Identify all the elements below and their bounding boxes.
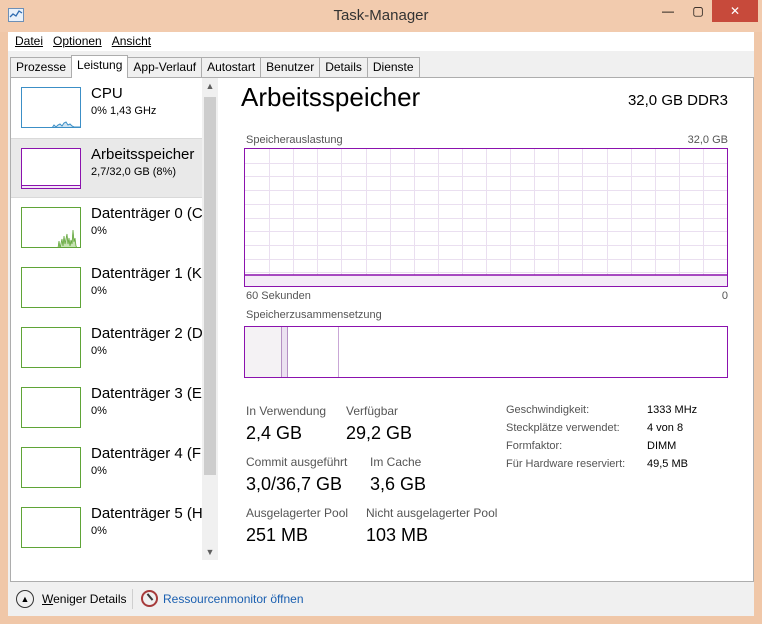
- graph-time-label: 60 Sekunden: [246, 290, 311, 302]
- sidebar-item-name: Datenträger 3 (E: [91, 385, 202, 402]
- sidebar-item-value: 0%: [91, 405, 107, 417]
- window-title: Task-Manager: [333, 7, 429, 24]
- memory-usage-area: [245, 275, 727, 286]
- speed-value: 1333 MHz: [647, 404, 698, 416]
- memory-graph-icon: [21, 148, 81, 189]
- disk-graph-icon: [21, 387, 81, 428]
- memory-composition-bar: [244, 326, 728, 378]
- disk-graph-icon: [21, 327, 81, 368]
- composition-modified-segment: [282, 327, 288, 377]
- sidebar-item-value: 0%: [91, 345, 107, 357]
- tab-prozesse[interactable]: Prozesse: [10, 57, 73, 77]
- tab-dienste[interactable]: Dienste: [366, 57, 420, 77]
- fewer-details-accesskey: W: [42, 592, 54, 606]
- menu-optionen[interactable]: Optionen: [48, 32, 107, 51]
- tab-benutzer[interactable]: Benutzer: [260, 57, 321, 77]
- cached-label: Im Cache: [370, 455, 422, 469]
- sidebar-item-name: Datenträger 0 (C: [91, 205, 203, 222]
- in-use-label: In Verwendung: [246, 404, 327, 418]
- chevron-up-icon[interactable]: ▲: [16, 590, 34, 608]
- disk-graph-icon: [21, 267, 81, 308]
- sidebar-item-name: Datenträger 2 (D: [91, 325, 203, 342]
- nonpaged-pool-label: Nicht ausgelagerter Pool: [366, 506, 498, 520]
- cpu-graph-icon: [21, 87, 81, 128]
- sidebar-item-name: Datenträger 5 (H: [91, 505, 203, 522]
- scroll-down-icon[interactable]: ▼: [202, 544, 218, 560]
- menu-ansicht[interactable]: Ansicht: [107, 32, 156, 51]
- close-button[interactable]: ✕: [712, 0, 758, 22]
- sidebar-scrollbar[interactable]: ▲ ▼: [202, 78, 218, 560]
- sidebar-item-value: 2,7/32,0 GB (8%): [91, 166, 176, 178]
- menu-bar: Datei Optionen Ansicht: [8, 32, 754, 51]
- page-title: Arbeitsspeicher: [241, 82, 421, 112]
- sidebar-item-name: CPU: [91, 85, 123, 102]
- disk-graph-icon: [21, 507, 81, 548]
- speed-label: Geschwindigkeit:: [506, 404, 590, 416]
- memory-usage-chart: [245, 149, 727, 286]
- available-label: Verfügbar: [346, 404, 399, 418]
- cached-value: 3,6 GB: [370, 474, 427, 494]
- composition-standby-divider: [338, 327, 339, 377]
- scroll-thumb[interactable]: [204, 97, 216, 475]
- sidebar-item-datentraeger-0[interactable]: Datenträger 0 (C 0%: [11, 198, 209, 258]
- sidebar-item-name: Arbeitsspeicher: [91, 146, 195, 163]
- available-value: 29,2 GB: [346, 423, 413, 443]
- sidebar-item-value: 0%: [91, 525, 107, 537]
- sidebar-item-datentraeger-1[interactable]: Datenträger 1 (K 0%: [11, 258, 209, 318]
- sidebar-item-value: 0% 1,43 GHz: [91, 105, 157, 117]
- nonpaged-pool-value: 103 MB: [366, 525, 429, 545]
- scroll-up-icon[interactable]: ▲: [202, 78, 218, 94]
- graph-grid: [245, 149, 727, 286]
- tab-app-verlauf[interactable]: App-Verlauf: [127, 57, 203, 77]
- fewer-details-label: eniger Details: [53, 592, 127, 606]
- footer-separator: [132, 589, 133, 609]
- window-client: Datei Optionen Ansicht Prozesse Leistung…: [8, 32, 754, 616]
- hardware-reserved-value: 49,5 MB: [647, 458, 688, 470]
- graph-title: Speicherauslastung: [246, 134, 343, 146]
- hardware-reserved-label: Für Hardware reserviert:: [506, 458, 626, 470]
- menu-datei[interactable]: Datei: [10, 32, 48, 51]
- sidebar-item-arbeitsspeicher[interactable]: Arbeitsspeicher 2,7/32,0 GB (8%): [11, 138, 209, 198]
- resource-monitor-icon[interactable]: [141, 590, 158, 607]
- sidebar-item-datentraeger-2[interactable]: Datenträger 2 (D 0%: [11, 318, 209, 378]
- disk-graph-icon: [21, 447, 81, 488]
- sidebar-item-name: Datenträger 4 (F: [91, 445, 202, 462]
- slots-value: 4 von 8: [647, 422, 684, 434]
- sidebar-item-datentraeger-5[interactable]: Datenträger 5 (H 0%: [11, 498, 209, 558]
- disk-graph-icon: [21, 207, 81, 248]
- sidebar-item-cpu[interactable]: CPU 0% 1,43 GHz: [11, 78, 209, 138]
- paged-pool-label: Ausgelagerter Pool: [246, 506, 349, 520]
- composition-title: Speicherzusammensetzung: [246, 309, 382, 321]
- resource-list: CPU 0% 1,43 GHz Arbeitsspeicher 2,7/32,0…: [11, 78, 209, 581]
- sidebar-item-name: Datenträger 1 (K: [91, 265, 202, 282]
- composition-in-use-segment: [245, 327, 282, 377]
- title-bar[interactable]: Task-Manager — ▢ ✕: [0, 0, 762, 32]
- form-factor-label: Formfaktor:: [506, 440, 563, 452]
- sidebar-item-datentraeger-4[interactable]: Datenträger 4 (F 0%: [11, 438, 209, 498]
- memory-usage-graph: [244, 148, 728, 287]
- sidebar-item-value: 0%: [91, 285, 107, 297]
- tab-details[interactable]: Details: [319, 57, 368, 77]
- graph-min-label: 0: [721, 290, 728, 302]
- committed-label: Commit ausgeführt: [246, 455, 348, 469]
- tab-autostart[interactable]: Autostart: [201, 57, 262, 77]
- maximize-button[interactable]: ▢: [684, 0, 712, 22]
- graph-max-label: 32,0 GB: [687, 134, 728, 146]
- committed-value: 3,0/36,7 GB: [246, 474, 343, 494]
- sidebar-item-value: 0%: [91, 225, 107, 237]
- tab-strip: Prozesse Leistung App-Verlauf Autostart …: [10, 55, 420, 78]
- slots-label: Steckplätze verwendet:: [506, 422, 620, 434]
- fewer-details-button[interactable]: Weniger Details: [42, 592, 126, 606]
- sidebar-item-datentraeger-3[interactable]: Datenträger 3 (E 0%: [11, 378, 209, 438]
- form-factor-value: DIMM: [647, 440, 677, 452]
- in-use-value: 2,4 GB: [246, 423, 303, 443]
- footer-bar: ▲ Weniger Details Ressourcenmonitor öffn…: [8, 582, 754, 616]
- sidebar-item-value: 0%: [91, 465, 107, 477]
- memory-type-label: 32,0 GB DDR3: [627, 92, 728, 109]
- tab-leistung[interactable]: Leistung: [71, 55, 129, 78]
- resource-monitor-link[interactable]: Ressourcenmonitor öffnen: [163, 592, 304, 606]
- minimize-button[interactable]: —: [653, 0, 683, 22]
- paged-pool-value: 251 MB: [246, 525, 309, 545]
